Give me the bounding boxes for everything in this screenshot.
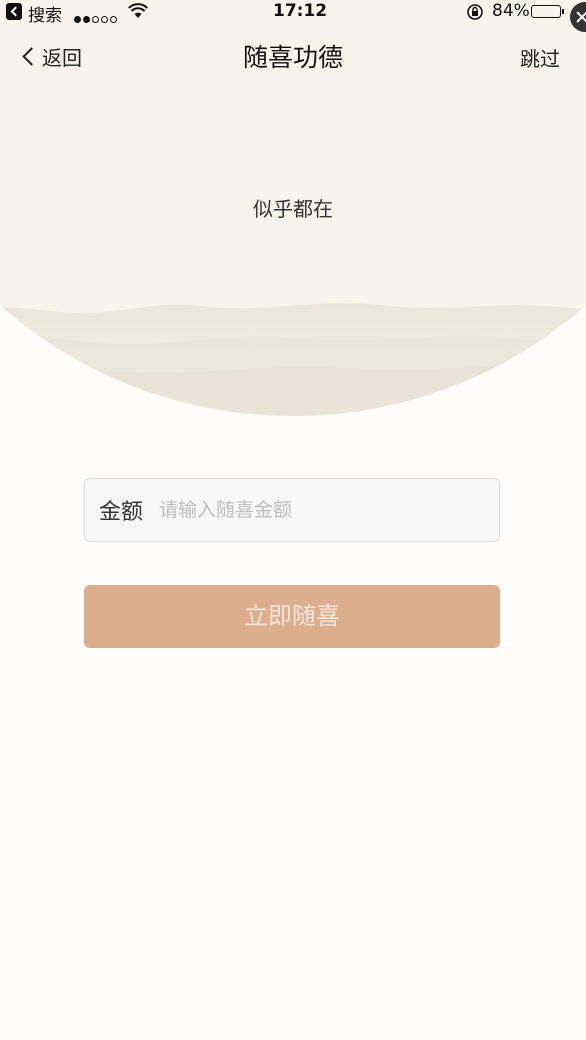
page-title: 随喜功德 — [242, 43, 343, 72]
rotation-lock-icon — [466, 3, 484, 26]
status-bar: 搜索 17:12 84% — [0, 0, 586, 32]
header-subtitle: 似乎都在 — [253, 197, 333, 221]
battery-icon — [531, 5, 561, 18]
amount-field[interactable]: 金额 — [84, 478, 500, 542]
wifi-icon — [128, 3, 148, 24]
amount-input[interactable] — [157, 489, 499, 531]
skip-button[interactable]: 跳过 — [520, 43, 560, 72]
cellular-signal-icon — [74, 8, 119, 28]
battery-cap — [562, 9, 564, 14]
screen: 搜索 17:12 84% 返回 随喜功德 跳过 似乎都在 金额 请输入随喜金额 … — [0, 0, 586, 1040]
clock: 17:12 — [273, 1, 328, 21]
amount-label: 金额 — [99, 500, 144, 525]
back-to-app-icon[interactable] — [6, 3, 22, 20]
back-to-app-label[interactable]: 搜索 — [28, 1, 62, 26]
battery-percentage: 84% — [492, 1, 530, 21]
submit-donation-button[interactable]: 立即随喜 — [84, 585, 500, 648]
